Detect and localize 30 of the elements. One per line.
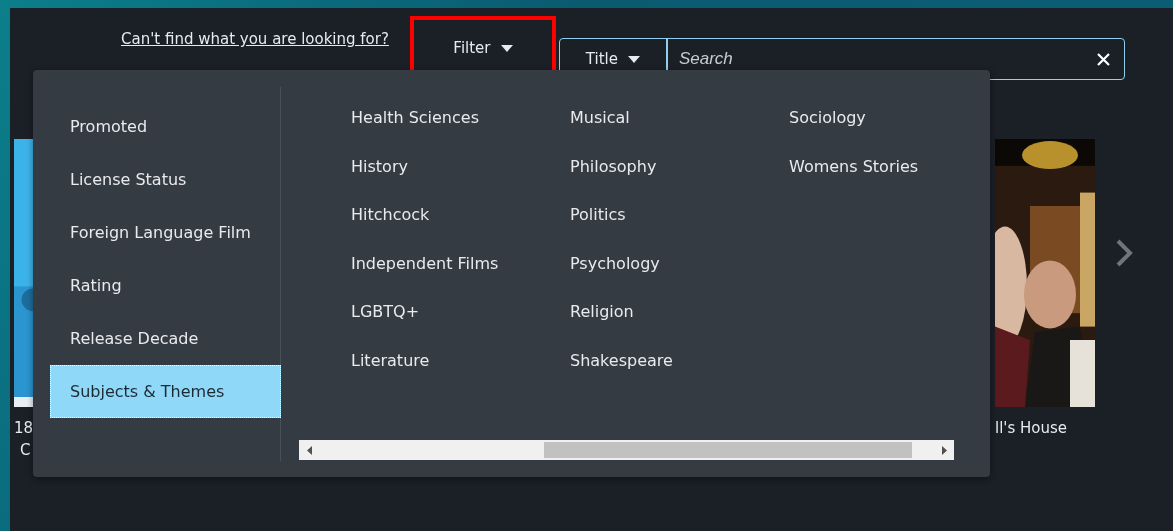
caret-icon	[500, 44, 513, 52]
filter-option[interactable]: Musical	[570, 108, 630, 127]
filter-category[interactable]: Promoted	[50, 100, 281, 153]
scroll-left-icon[interactable]	[306, 445, 312, 455]
filter-option[interactable]: Health Sciences	[351, 108, 479, 127]
filter-option[interactable]: Independent Films	[351, 253, 499, 273]
movie-title: 18	[14, 418, 33, 439]
filter-option[interactable]: Politics	[570, 205, 626, 224]
filter-option[interactable]: Philosophy	[570, 156, 657, 176]
horizontal-scrollbar[interactable]	[299, 440, 954, 460]
movie-title: C	[19, 440, 32, 461]
filter-option[interactable]: History	[351, 156, 408, 176]
filter-category[interactable]: License Status	[50, 153, 281, 206]
filter-category[interactable]: Release Decade	[50, 312, 281, 365]
scrollbar-thumb[interactable]	[544, 442, 912, 458]
filter-option[interactable]: Religion	[570, 302, 634, 321]
filter-option[interactable]: LGBTQ+	[351, 302, 420, 321]
filter-option[interactable]: Shakespeare	[570, 350, 673, 370]
filter-option[interactable]: Psychology	[570, 253, 660, 273]
filter-option[interactable]: Hitchcock	[351, 205, 430, 224]
movie-title: ll's House	[995, 418, 1069, 439]
filter-option[interactable]: Womens Stories	[789, 156, 919, 176]
caret-icon	[628, 55, 640, 63]
filter-category[interactable]: Rating	[50, 259, 281, 312]
scroll-right-icon[interactable]	[941, 445, 947, 455]
filter-category[interactable]: Foreign Language Film	[50, 206, 281, 259]
filter-category[interactable]: Subjects & Themes	[50, 365, 281, 418]
filter-option[interactable]: Sociology	[789, 108, 866, 127]
help-link[interactable]: Can't find what you are looking for?	[121, 30, 389, 48]
filter-option[interactable]: Literature	[351, 350, 430, 370]
